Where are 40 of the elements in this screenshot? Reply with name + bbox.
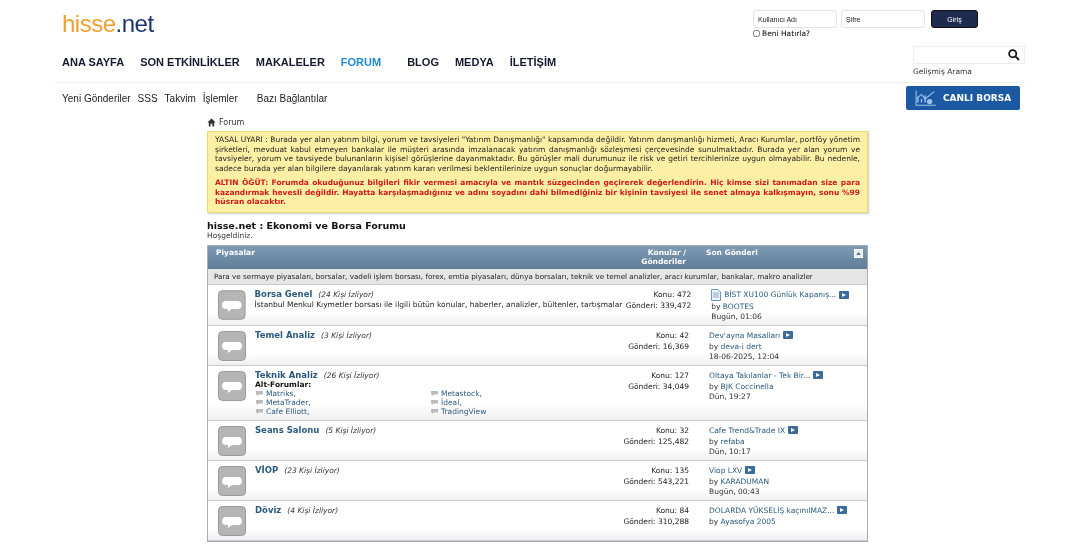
forum-bubble-icon bbox=[218, 289, 246, 320]
nav-link[interactable]: ANA SAYFA bbox=[62, 56, 125, 68]
forum-title: hisse.net : Ekonomi ve Borsa Forumu bbox=[207, 219, 407, 231]
go-to-post-icon[interactable] bbox=[783, 331, 794, 339]
forum-bubble-icon bbox=[218, 465, 246, 496]
search-field[interactable] bbox=[913, 46, 1025, 64]
forum-name-link[interactable]: Temel Analiz bbox=[255, 329, 316, 340]
live-market-button[interactable]: CANLI BORSA bbox=[906, 86, 1020, 110]
go-to-post-icon[interactable] bbox=[745, 466, 756, 474]
forum-name-link[interactable]: Döviz bbox=[255, 504, 282, 515]
go-to-post-icon[interactable] bbox=[813, 371, 824, 379]
search-icon[interactable] bbox=[1008, 49, 1020, 61]
subnav-link[interactable]: Yeni Gönderiler bbox=[62, 92, 131, 104]
nav-link[interactable]: FORUM bbox=[340, 56, 382, 68]
subnav-link[interactable]: Takvim bbox=[164, 92, 196, 104]
forum-name-link[interactable]: VİOP bbox=[255, 464, 279, 475]
subnav-link[interactable]: İşlemler bbox=[202, 92, 238, 104]
forum-name-link[interactable]: Borsa Genel bbox=[254, 288, 313, 299]
nav-link[interactable]: MAKALELER bbox=[255, 56, 325, 68]
go-to-post-icon[interactable] bbox=[837, 506, 848, 514]
nav-link[interactable]: BLOG bbox=[407, 56, 439, 68]
chart-icon bbox=[914, 89, 938, 107]
site-logo[interactable]: hisse.net bbox=[62, 10, 154, 38]
forum-bubble-icon bbox=[218, 425, 246, 456]
nav-link[interactable]: SON ETKİNLİKLER bbox=[140, 56, 240, 68]
subnav-link[interactable]: Bazı Bağlantılar bbox=[256, 92, 328, 104]
forum-name-link[interactable]: Teknik Analiz bbox=[255, 369, 318, 380]
nav-link[interactable]: MEDYA bbox=[454, 56, 494, 68]
go-to-post-icon[interactable] bbox=[839, 290, 850, 299]
remember-checkbox[interactable] bbox=[753, 30, 760, 37]
forum-bubble-icon bbox=[218, 505, 246, 536]
breadcrumb-link[interactable]: Forum bbox=[219, 118, 245, 127]
forum-name-link[interactable]: Seans Salonu bbox=[255, 424, 320, 435]
forum-bubble-icon bbox=[218, 330, 246, 361]
nav-link[interactable]: İLETİŞİM bbox=[509, 56, 557, 68]
subnav-link[interactable]: SSS bbox=[137, 92, 158, 104]
collapse-icon[interactable] bbox=[854, 248, 863, 258]
go-to-post-icon[interactable] bbox=[788, 426, 799, 434]
home-icon[interactable] bbox=[207, 118, 216, 127]
forum-bubble-icon bbox=[218, 370, 246, 401]
